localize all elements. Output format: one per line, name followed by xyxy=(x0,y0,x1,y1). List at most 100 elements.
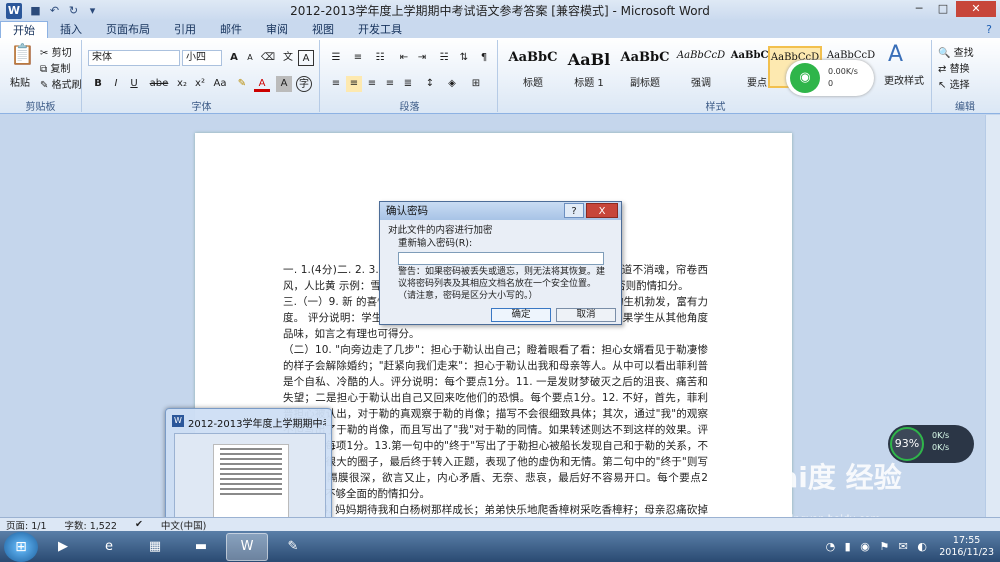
sort-icon[interactable]: ⇅ xyxy=(456,50,472,66)
tab-developer[interactable]: 开发工具 xyxy=(346,21,414,38)
show-marks-icon[interactable]: ¶ xyxy=(476,50,492,66)
style-heading1[interactable]: AaBl 标题 1 xyxy=(562,46,616,89)
start-button[interactable]: ⊞ xyxy=(4,531,38,562)
font-color-button[interactable]: A xyxy=(254,76,270,92)
font-size-select[interactable]: 小四 xyxy=(182,50,222,66)
tab-page-layout[interactable]: 页面布局 xyxy=(94,21,162,38)
underline-button[interactable]: U xyxy=(126,76,142,92)
multilevel-list-icon[interactable]: ☷ xyxy=(372,50,388,66)
style-subtitle[interactable]: AaBbC 副标题 xyxy=(618,46,672,89)
grow-font-button[interactable]: A xyxy=(226,50,242,66)
dialog-encrypt-label: 对此文件的内容进行加密 xyxy=(388,225,493,236)
bullets-icon[interactable]: ☰ xyxy=(328,50,344,66)
help-icon[interactable]: ? xyxy=(986,23,992,36)
word-taskbar-icon[interactable]: W xyxy=(226,532,268,561)
word-app-icon[interactable]: W xyxy=(6,2,22,19)
cancel-button[interactable]: 取消 xyxy=(556,308,616,322)
save-icon[interactable]: ■ xyxy=(28,3,43,18)
tab-mailings[interactable]: 邮件 xyxy=(208,21,254,38)
minimize-button[interactable]: ─ xyxy=(908,1,930,17)
taskbar: ⊞ ▶ e ▦ ▬ W ✎ ◔ ▮ ◉ ⚑ ✉ ◐ 17:55 2016/11/… xyxy=(0,531,1000,562)
shrink-font-button[interactable]: A xyxy=(242,50,258,66)
justify-icon[interactable]: ≡ xyxy=(382,76,398,92)
style-title[interactable]: AaBbC 标题 xyxy=(506,46,560,89)
ribbon-tabs: 开始 插入 页面布局 引用 邮件 审阅 视图 开发工具 ? xyxy=(0,21,1000,38)
page-count[interactable]: 页面: 1/1 xyxy=(6,518,47,532)
system-tray-icons[interactable]: ◔ ▮ ◉ ⚑ ✉ ◐ xyxy=(826,540,930,553)
styles-label: 样式 xyxy=(705,102,726,113)
char-border-icon[interactable]: A xyxy=(298,50,314,66)
language-indicator[interactable]: 中文(中国) xyxy=(161,518,206,532)
numbering-icon[interactable]: ≡ xyxy=(350,50,366,66)
vertical-scrollbar[interactable] xyxy=(985,115,1000,517)
word-count[interactable]: 字数: 1,522 xyxy=(65,518,117,532)
font-group: 宋体 小四 A A ⌫ 文 A B I U abe x₂ x² Aa ✎ A A… xyxy=(84,40,320,113)
line-spacing-icon[interactable]: ↕ xyxy=(422,76,438,92)
phonetic-guide-icon[interactable]: 文 xyxy=(280,50,296,66)
dialog-body: 对此文件的内容进行加密 重新输入密码(R): xyxy=(388,224,614,250)
clear-format-icon[interactable]: ⌫ xyxy=(260,50,276,66)
distribute-icon[interactable]: ≣ xyxy=(400,76,416,92)
maximize-button[interactable]: □ xyxy=(932,1,954,17)
char-shading-icon[interactable]: A xyxy=(276,76,292,92)
close-window-button[interactable]: ✕ xyxy=(956,1,996,17)
font-name-select[interactable]: 宋体 xyxy=(88,50,180,66)
customize-qat-icon[interactable]: ▾ xyxy=(85,3,100,18)
dialog-help-button[interactable]: ? xyxy=(564,203,584,218)
change-styles-icon[interactable]: A xyxy=(888,42,903,67)
undo-icon[interactable]: ↶ xyxy=(47,3,62,18)
align-right-icon[interactable]: ≡ xyxy=(364,76,380,92)
baidu-watermark: Bai度 经验 xyxy=(758,461,902,494)
borders-icon[interactable]: ⊞ xyxy=(468,76,484,92)
bold-button[interactable]: B xyxy=(90,76,106,92)
wifi-speed-widget[interactable]: ◉ 0.00K/s 0 xyxy=(786,60,874,96)
tab-review[interactable]: 审阅 xyxy=(254,21,300,38)
copy-button[interactable]: ⧉ 复制 xyxy=(40,60,70,75)
highlight-icon[interactable]: ✎ xyxy=(234,76,250,92)
shading-icon[interactable]: ◈ xyxy=(444,76,460,92)
change-case-icon[interactable]: Aa xyxy=(212,76,228,92)
paste-button[interactable]: 粘贴 xyxy=(10,74,30,89)
network-app-icon[interactable]: ▦ xyxy=(134,533,176,561)
paste-icon[interactable]: 📋 xyxy=(10,42,35,66)
ie-icon[interactable]: e xyxy=(88,533,130,561)
redo-icon[interactable]: ↻ xyxy=(66,3,81,18)
replace-button[interactable]: ⇄ 替换 xyxy=(938,60,970,75)
chinese-layout-icon[interactable]: ☵ xyxy=(436,50,452,66)
strikethrough-button[interactable]: abe xyxy=(148,76,170,92)
increase-indent-icon[interactable]: ⇥ xyxy=(414,50,430,66)
doc-paragraph: （二）10. "向旁边走了几步"：担心于勒认出自己；瞪着眼看了看：担心女婿看见于… xyxy=(283,344,708,500)
proofing-icon[interactable]: ✔ xyxy=(135,519,143,530)
replace-icon: ⇄ xyxy=(938,64,947,75)
net-speed-text: 0K/s 0K/s xyxy=(932,431,950,452)
find-button[interactable]: 🔍 查找 xyxy=(938,44,974,59)
scissors-icon: ✂ xyxy=(40,48,49,59)
folder-icon[interactable]: ▬ xyxy=(180,533,222,561)
thumbnail-image xyxy=(174,433,326,521)
align-center-icon[interactable]: ≡ xyxy=(346,76,362,92)
dialog-close-button[interactable]: X xyxy=(586,203,618,218)
media-player-icon[interactable]: ▶ xyxy=(42,533,84,561)
enclose-char-icon[interactable]: 字 xyxy=(296,76,312,92)
ok-button[interactable]: 确定 xyxy=(491,308,551,322)
italic-button[interactable]: I xyxy=(108,76,124,92)
tab-home[interactable]: 开始 xyxy=(0,21,48,38)
tab-references[interactable]: 引用 xyxy=(162,21,208,38)
tab-view[interactable]: 视图 xyxy=(300,21,346,38)
paragraph-label: 段落 xyxy=(399,102,420,113)
reenter-password-input[interactable] xyxy=(398,252,604,265)
style-emphasis[interactable]: AaBbCcD 强调 xyxy=(674,46,728,89)
clock[interactable]: 17:55 2016/11/23 xyxy=(939,535,994,559)
select-button[interactable]: ↖ 选择 xyxy=(938,76,970,91)
tab-insert[interactable]: 插入 xyxy=(48,21,94,38)
align-left-icon[interactable]: ≡ xyxy=(328,76,344,92)
subscript-button[interactable]: x₂ xyxy=(174,76,190,92)
cut-button[interactable]: ✂ 剪切 xyxy=(40,44,72,59)
taskbar-thumbnail-preview[interactable]: W 2012-2013学年度上学期期中考... xyxy=(165,408,332,528)
format-painter-button[interactable]: ✎ 格式刷 xyxy=(40,76,82,91)
copy-icon: ⧉ xyxy=(40,64,48,75)
decrease-indent-icon[interactable]: ⇤ xyxy=(396,50,412,66)
change-styles-button[interactable]: 更改样式 xyxy=(884,72,924,87)
paint-icon[interactable]: ✎ xyxy=(272,533,314,561)
superscript-button[interactable]: x² xyxy=(192,76,208,92)
